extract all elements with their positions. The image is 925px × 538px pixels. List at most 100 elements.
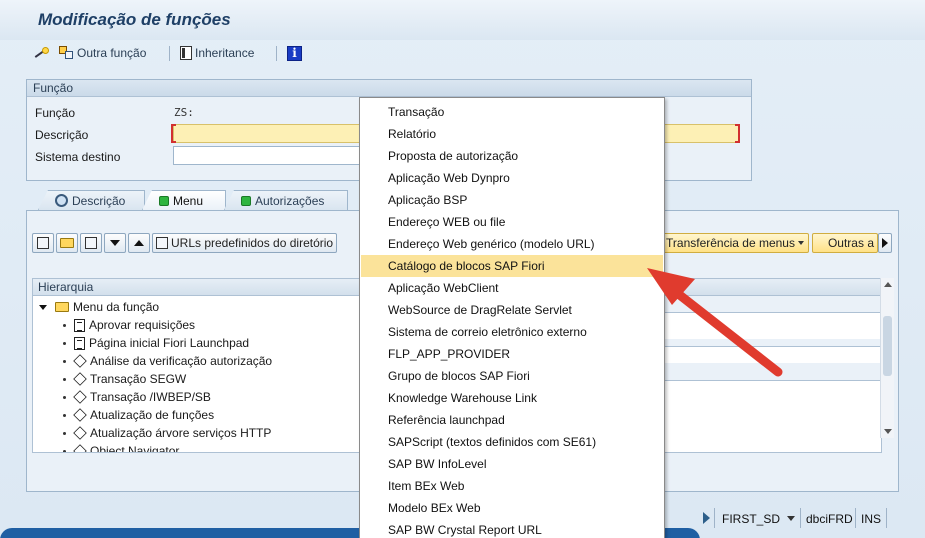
chevron-down-icon — [787, 516, 795, 521]
menu-item-flp-app-provider[interactable]: FLP_APP_PROVIDER — [361, 343, 663, 365]
menu-item-sapscript[interactable]: SAPScript (textos definidos com SE61) — [361, 431, 663, 453]
tab-description-label: Descrição — [72, 193, 126, 208]
tree-item[interactable]: Atualização de funções — [63, 406, 214, 424]
page-icon — [74, 336, 85, 350]
status-system: FIRST_SD — [722, 512, 781, 526]
tree-item[interactable]: Object Navigator — [63, 442, 180, 453]
tree-item[interactable]: Análise da verificação autorização — [63, 352, 272, 370]
menu-item-crystal-report-url[interactable]: SAP BW Crystal Report URL — [361, 519, 663, 538]
tree-item[interactable]: Aprovar requisições — [63, 316, 195, 334]
triangle-right-icon — [882, 238, 888, 248]
tab-menu[interactable]: Menu — [142, 190, 226, 210]
predefined-urls-button[interactable]: URLs predefinidos do diretório — [152, 233, 338, 253]
move-up-button[interactable] — [128, 233, 150, 253]
menu-item-generic-web-address[interactable]: Endereço Web genérico (modelo URL) — [361, 233, 663, 255]
required-marker-left — [171, 124, 176, 143]
menu-item-external-mail[interactable]: Sistema de correio eletrônico externo — [361, 321, 663, 343]
application-toolbar: Outra função Inheritance i — [0, 42, 925, 64]
tree-item[interactable]: Transação SEGW — [63, 370, 186, 388]
tree-item-label: Página inicial Fiori Launchpad — [89, 336, 250, 350]
tab-description[interactable]: Descrição — [38, 190, 145, 210]
status-separator — [714, 508, 715, 528]
function-group-header: Função — [27, 80, 751, 97]
display-change-button[interactable] — [33, 42, 49, 64]
tree-item-label: Aprovar requisições — [89, 318, 196, 332]
menu-toolbar: URLs predefinidos do diretório — [32, 233, 338, 255]
menu-item-dragrelate[interactable]: WebSource de DragRelate Servlet — [361, 299, 663, 321]
menu-transfer-button[interactable]: Transferência de menus — [661, 233, 809, 253]
status-green-icon — [241, 195, 251, 206]
menu-item-web-dynpro[interactable]: Aplicação Web Dynpro — [361, 167, 663, 189]
cube-icon — [73, 444, 87, 452]
triangle-up-icon — [134, 240, 144, 246]
tree-item-label: Análise da verificação autorização — [90, 354, 273, 368]
toolbar-separator — [276, 46, 277, 61]
tree-item-label: Transação SEGW — [90, 372, 187, 386]
cube-icon — [73, 354, 87, 368]
menu-item-launchpad-reference[interactable]: Referência launchpad — [361, 409, 663, 431]
bullet-icon — [63, 413, 66, 417]
scroll-up-icon[interactable] — [884, 282, 892, 287]
tree-item[interactable]: Página inicial Fiori Launchpad — [63, 334, 249, 352]
other-function-label: Outra função — [77, 46, 147, 60]
system-dropdown-icon[interactable] — [784, 510, 795, 524]
status-expand-icon[interactable] — [703, 512, 710, 524]
other-actions-button[interactable]: Outras a — [812, 233, 878, 253]
move-down-button[interactable] — [104, 233, 126, 253]
tree-item-label: Object Navigator — [90, 444, 180, 453]
status-separator — [800, 508, 801, 528]
bullet-icon — [63, 431, 66, 435]
tree-item-label: Atualização de funções — [90, 408, 215, 422]
other-actions-label: Outras a — [827, 236, 874, 250]
info-button[interactable]: i — [287, 42, 302, 64]
inheritance-button[interactable]: Inheritance — [180, 42, 254, 64]
bullet-icon — [63, 395, 66, 399]
menu-transfer-label: Transferência de menus — [666, 236, 795, 250]
status-mode: INS — [861, 512, 882, 526]
menu-item-webclient[interactable]: Aplicação WebClient — [361, 277, 663, 299]
tree-root-node[interactable]: Menu da função — [39, 298, 159, 316]
inheritance-label: Inheritance — [195, 46, 255, 60]
other-function-button[interactable]: Outra função — [59, 42, 146, 64]
function-label: Função — [35, 106, 76, 120]
tree-item[interactable]: Transação /IWBEP/SB — [63, 388, 211, 406]
toolbar-scroll-right-button[interactable] — [878, 233, 892, 253]
tree-item-label: Atualização árvore serviços HTTP — [90, 426, 272, 440]
cube-icon — [73, 426, 87, 440]
function-value: ZS: — [174, 106, 194, 119]
menu-item-web-address[interactable]: Endereço WEB ou file — [361, 211, 663, 233]
insert-node-dropdown-menu: Transação Relatório Proposta de autoriza… — [359, 97, 665, 538]
status-separator — [886, 508, 887, 528]
menu-item-fiori-tile-group[interactable]: Grupo de blocos SAP Fiori — [361, 365, 663, 387]
menu-item-authorization-proposal[interactable]: Proposta de autorização — [361, 145, 663, 167]
page-title: Modificação de funções — [38, 10, 231, 29]
url-icon — [156, 237, 168, 249]
expand-icon — [39, 304, 47, 310]
tab-authorizations[interactable]: Autorizações — [224, 190, 348, 210]
create-folder-button[interactable] — [56, 233, 78, 253]
display-menu-button[interactable] — [32, 233, 54, 253]
tab-menu-label: Menu — [173, 193, 204, 208]
tree-item[interactable]: Atualização árvore serviços HTTP — [63, 424, 271, 442]
bullet-icon — [63, 449, 66, 452]
menu-item-bex-web-item[interactable]: Item BEx Web — [361, 475, 663, 497]
toolbar-separator — [169, 46, 170, 61]
menu-item-fiori-tile-catalog[interactable]: Catálogo de blocos SAP Fiori — [361, 255, 663, 277]
menu-item-report[interactable]: Relatório — [361, 123, 663, 145]
menu-item-bw-infolevel[interactable]: SAP BW InfoLevel — [361, 453, 663, 475]
menu-item-bsp[interactable]: Aplicação BSP — [361, 189, 663, 211]
menu-item-knowledge-warehouse[interactable]: Knowledge Warehouse Link — [361, 387, 663, 409]
cube-icon — [73, 408, 87, 422]
copy-button[interactable] — [80, 233, 102, 253]
bullet-icon — [63, 377, 66, 381]
folder-icon — [60, 238, 74, 248]
menu-item-bex-web-template[interactable]: Modelo BEx Web — [361, 497, 663, 519]
display-change-icon — [33, 46, 49, 60]
tree-root-label: Menu da função — [73, 300, 160, 314]
scroll-thumb[interactable] — [883, 316, 892, 376]
tree-vertical-scrollbar[interactable] — [880, 278, 894, 438]
scroll-down-icon[interactable] — [884, 429, 892, 434]
target-system-input[interactable] — [173, 146, 363, 165]
menu-item-transaction[interactable]: Transação — [361, 101, 663, 123]
magnifier-icon — [55, 194, 68, 207]
